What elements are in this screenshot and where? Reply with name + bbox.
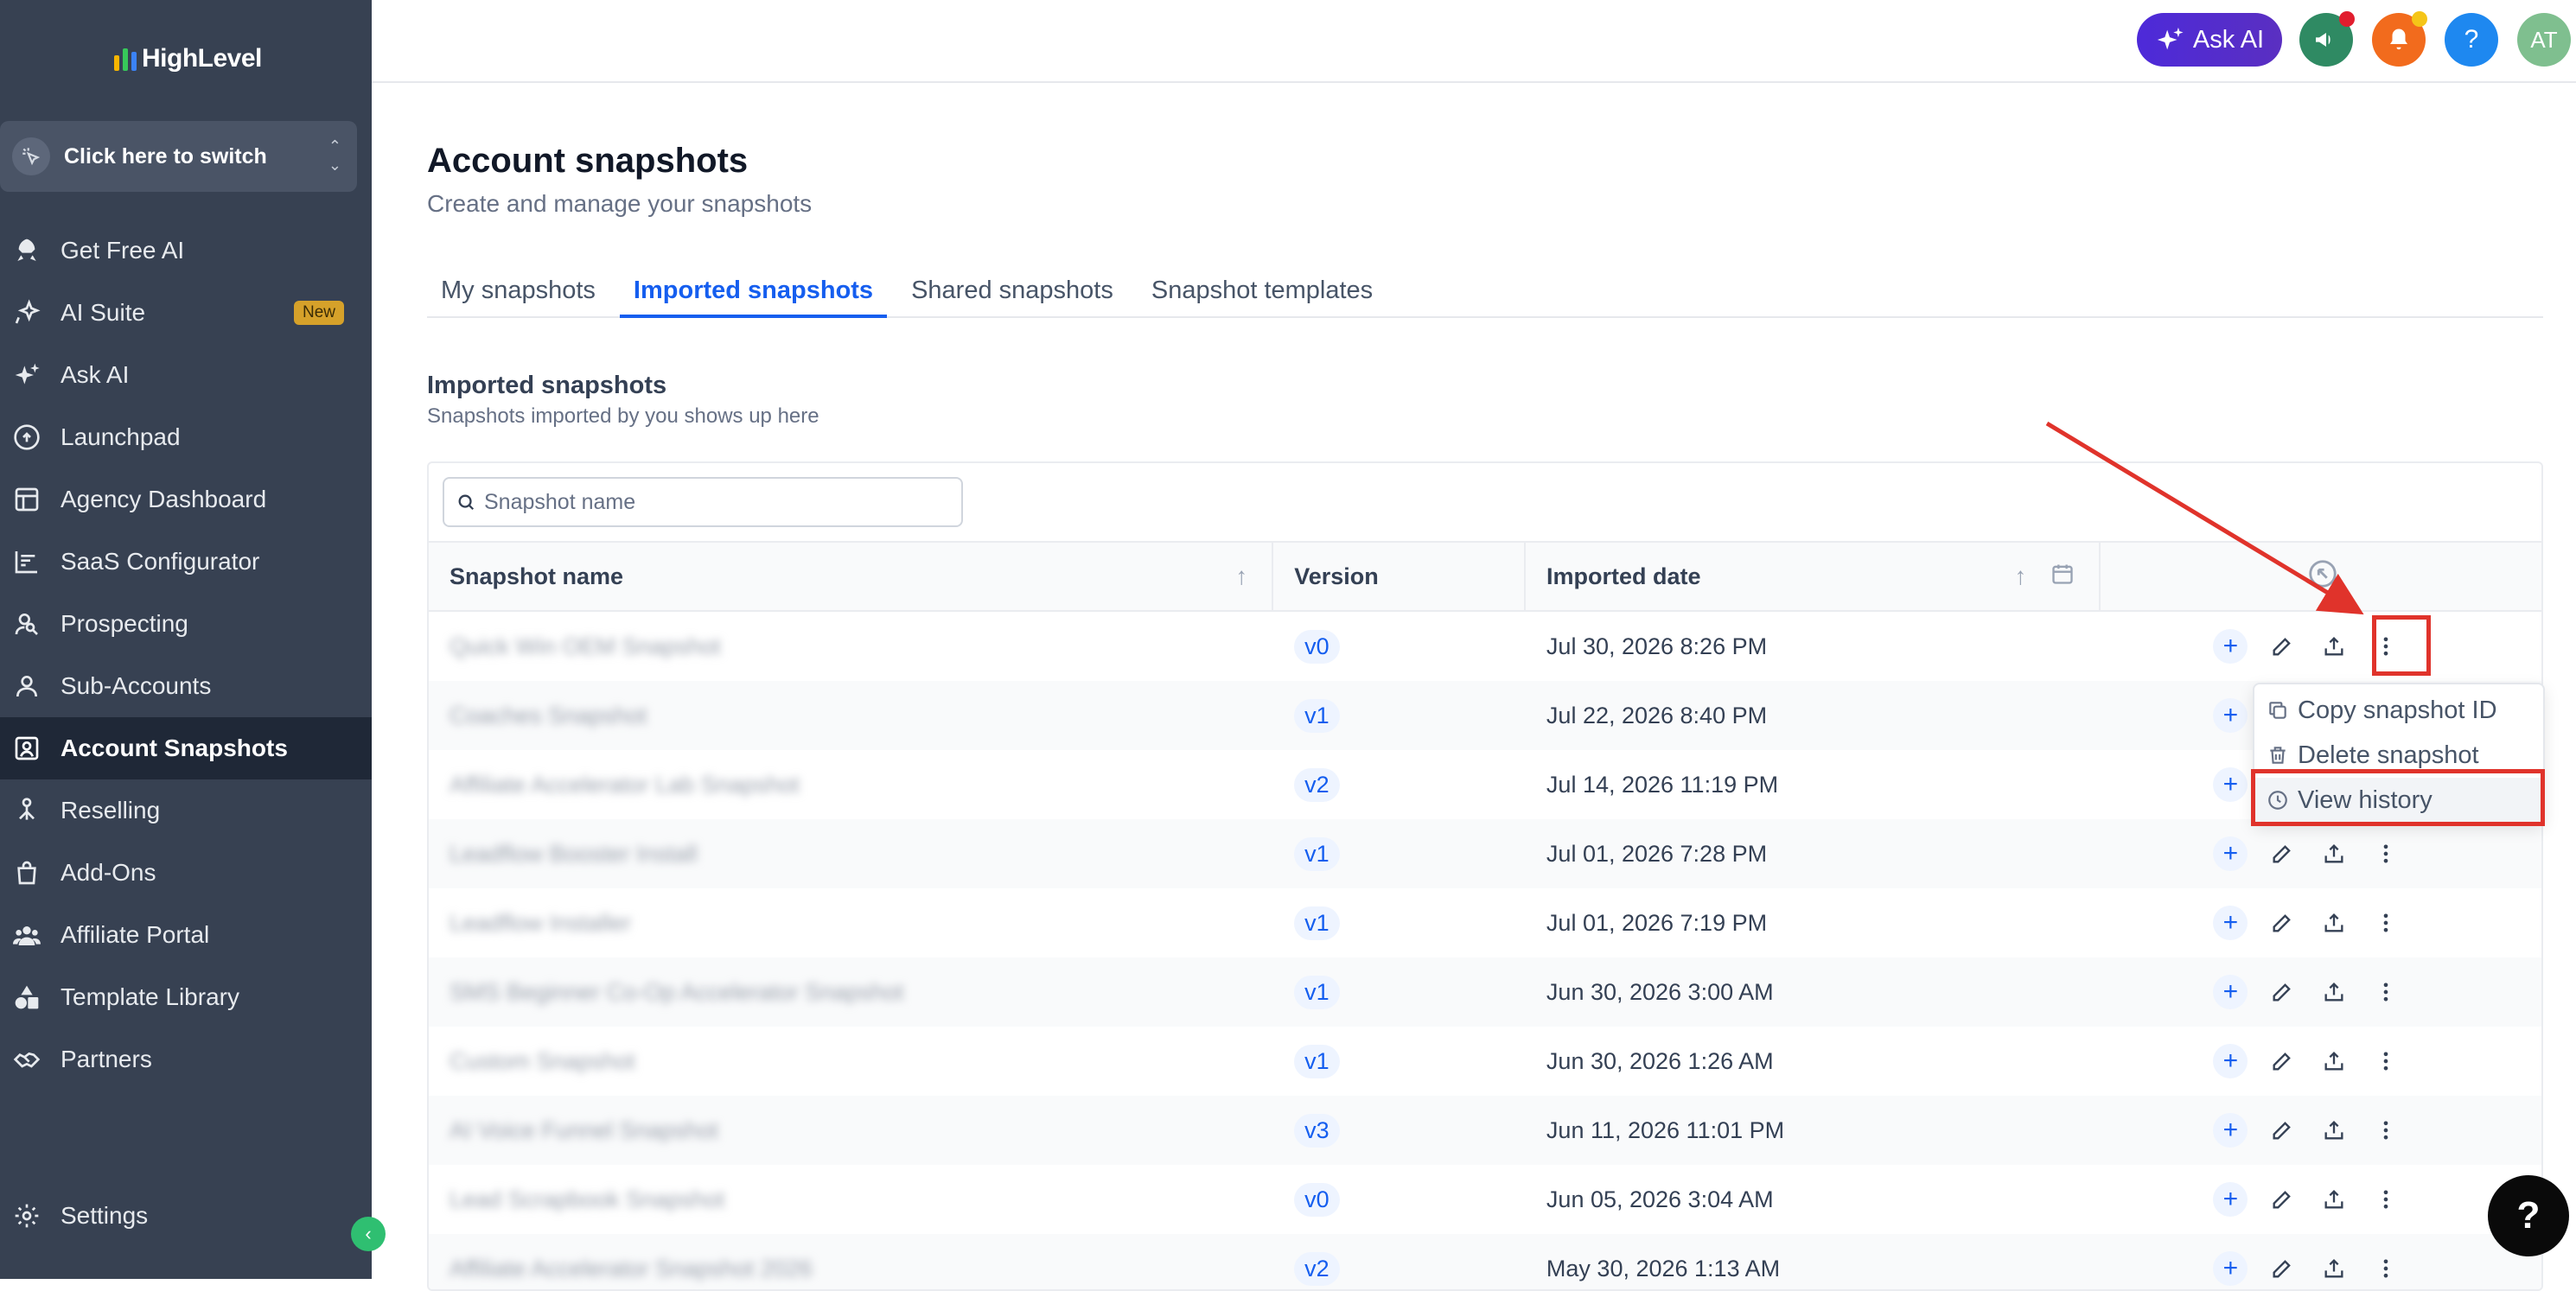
annotation-arrow	[2045, 421, 2364, 615]
help-chat-button[interactable]: ?	[2488, 1175, 2569, 1256]
question-icon: ?	[2516, 1194, 2541, 1237]
